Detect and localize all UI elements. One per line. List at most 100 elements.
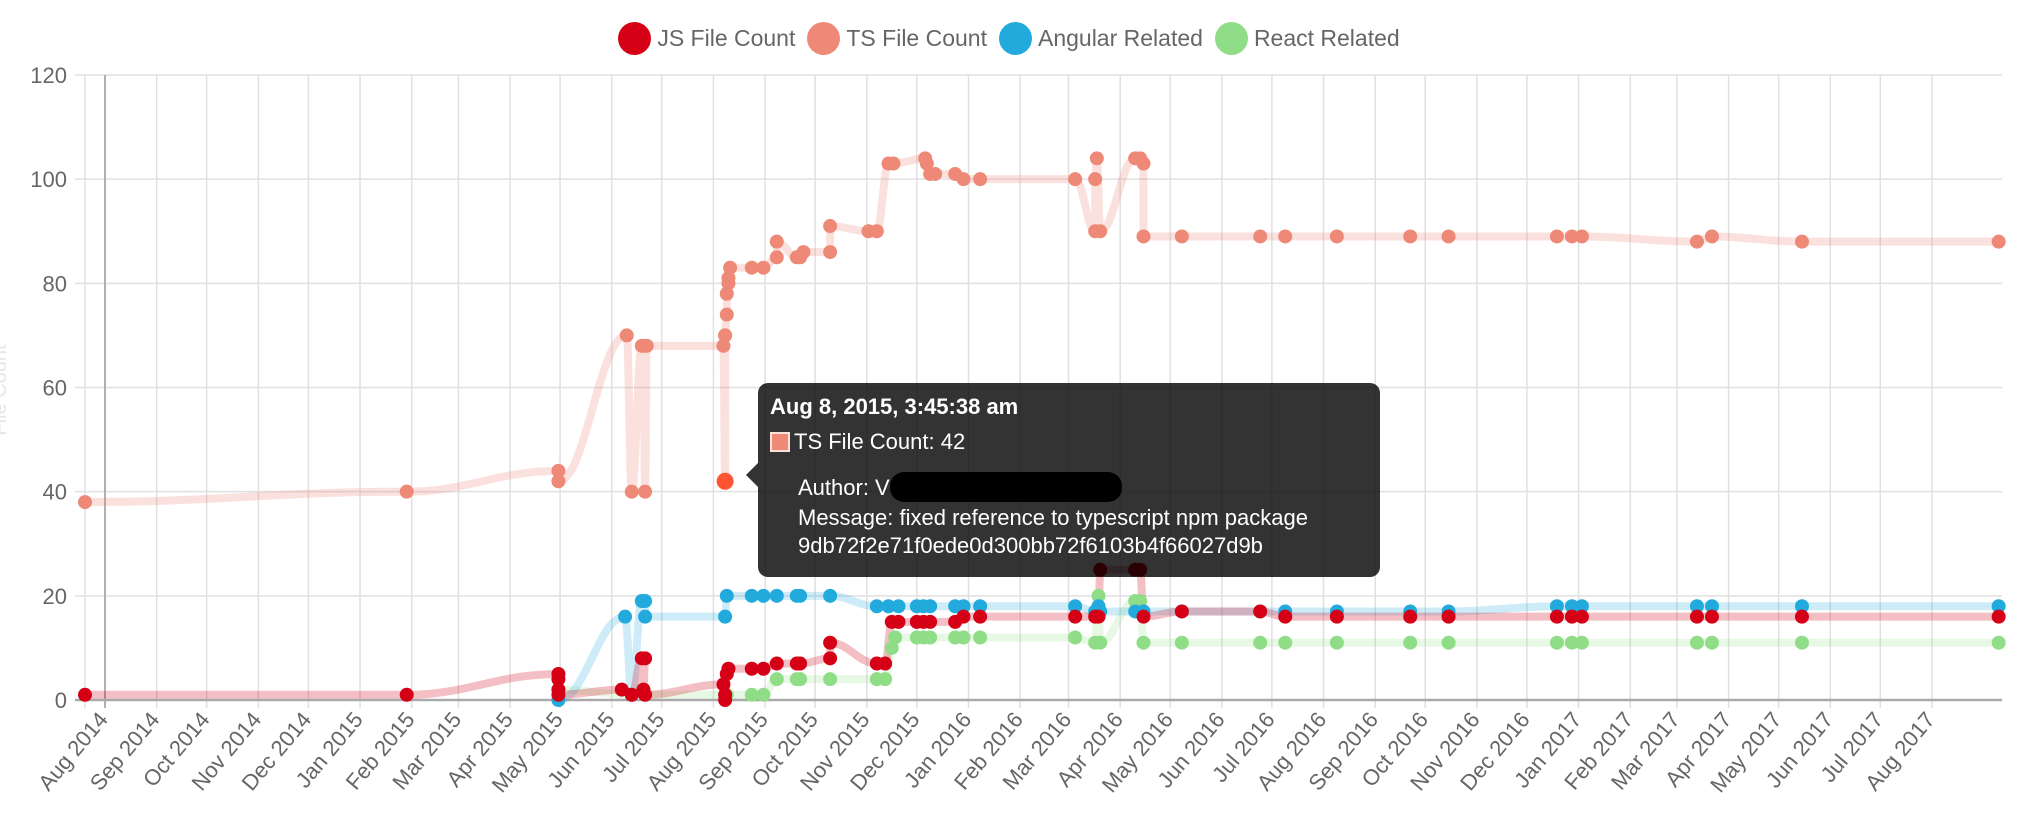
data-point-ts-file-count[interactable] [639, 338, 654, 353]
data-point-react-related[interactable] [1574, 635, 1589, 650]
data-point-js-file-count[interactable] [1091, 609, 1106, 624]
data-point-ts-file-count[interactable] [399, 484, 414, 499]
legend-item-js-file-count[interactable]: JS File Count [618, 22, 795, 55]
data-point-react-related[interactable] [756, 687, 771, 702]
data-point-js-file-count[interactable] [878, 656, 893, 671]
data-point-js-file-count[interactable] [399, 687, 414, 702]
data-point-js-file-count[interactable] [551, 687, 566, 702]
data-point-ts-file-count[interactable] [769, 250, 784, 265]
data-point-ts-file-count[interactable] [1136, 156, 1151, 171]
data-point-react-related[interactable] [1093, 635, 1108, 650]
data-point-ts-file-count[interactable] [1991, 234, 2006, 249]
data-point-react-related[interactable] [923, 630, 938, 645]
data-point-angular-related[interactable] [793, 588, 808, 603]
data-point-ts-file-count[interactable] [1093, 224, 1108, 239]
data-point-react-related[interactable] [1253, 635, 1268, 650]
data-point-ts-file-count[interactable] [823, 219, 838, 234]
data-point-react-related[interactable] [1441, 635, 1456, 650]
data-point-ts-file-count[interactable] [78, 495, 92, 510]
data-point-ts-file-count[interactable] [551, 474, 566, 489]
data-point-ts-file-count[interactable] [823, 245, 838, 260]
data-point-angular-related[interactable] [923, 599, 938, 614]
data-point-angular-related[interactable] [823, 588, 838, 603]
data-point-ts-file-count[interactable] [624, 484, 639, 499]
data-point-react-related[interactable] [1704, 635, 1719, 650]
data-point-angular-related[interactable] [719, 588, 734, 603]
legend-item-react-related[interactable]: React Related [1214, 22, 1400, 55]
data-point-js-file-count[interactable] [1689, 609, 1704, 624]
data-point-ts-file-count[interactable] [719, 307, 734, 322]
data-point-ts-file-count[interactable] [956, 172, 971, 187]
data-point-react-related[interactable] [888, 630, 903, 645]
data-point-ts-file-count[interactable] [1088, 172, 1103, 187]
data-point-angular-related[interactable] [756, 588, 771, 603]
data-point-js-file-count[interactable] [891, 614, 906, 629]
data-point-react-related[interactable] [1549, 635, 1564, 650]
data-point-react-related[interactable] [973, 630, 988, 645]
data-point-js-file-count[interactable] [1549, 609, 1564, 624]
data-point-js-file-count[interactable] [756, 661, 771, 676]
data-point-ts-file-count[interactable] [1704, 229, 1719, 244]
data-point-ts-file-count[interactable] [1253, 229, 1268, 244]
data-point-ts-file-count[interactable] [1441, 229, 1456, 244]
data-point-angular-related[interactable] [638, 609, 653, 624]
data-point-ts-file-count[interactable] [1068, 172, 1083, 187]
data-point-js-file-count[interactable] [923, 614, 938, 629]
data-point-react-related[interactable] [1136, 635, 1151, 650]
data-point-js-file-count[interactable] [78, 687, 92, 702]
data-point-js-file-count[interactable] [1794, 609, 1809, 624]
data-point-react-related[interactable] [769, 672, 784, 687]
data-point-js-file-count[interactable] [638, 687, 653, 702]
data-point-ts-file-count[interactable] [619, 328, 634, 343]
data-point-js-file-count[interactable] [956, 609, 971, 624]
data-point-js-file-count[interactable] [1278, 609, 1293, 624]
data-point-react-related[interactable] [1403, 635, 1418, 650]
data-point-ts-file-count[interactable] [1278, 229, 1293, 244]
data-point-angular-related[interactable] [891, 599, 906, 614]
data-point-js-file-count[interactable] [1704, 609, 1719, 624]
data-point-ts-file-count[interactable] [638, 484, 653, 499]
data-point-react-related[interactable] [878, 672, 893, 687]
data-point-angular-related[interactable] [769, 588, 784, 603]
data-point-ts-file-count[interactable] [796, 245, 811, 260]
data-point-js-file-count[interactable] [1174, 604, 1189, 619]
data-point-js-file-count[interactable] [1329, 609, 1344, 624]
data-point-ts-file-count[interactable] [718, 328, 733, 343]
data-point-ts-file-count[interactable] [1574, 229, 1589, 244]
data-point-react-related[interactable] [1174, 635, 1189, 650]
data-point-ts-file-count[interactable] [1549, 229, 1564, 244]
data-point-ts-file-count[interactable] [1089, 151, 1104, 166]
data-point-ts-file-count[interactable] [973, 172, 988, 187]
data-point-js-file-count[interactable] [1991, 609, 2006, 624]
data-point-js-file-count[interactable] [1574, 609, 1589, 624]
data-point-js-file-count[interactable] [721, 661, 736, 676]
data-point-react-related[interactable] [1794, 635, 1809, 650]
data-point-js-file-count[interactable] [718, 693, 733, 707]
legend-item-ts-file-count[interactable]: TS File Count [807, 22, 987, 55]
data-point-react-related[interactable] [1991, 635, 2006, 650]
data-point-js-file-count[interactable] [1136, 609, 1151, 624]
data-point-js-file-count[interactable] [823, 635, 838, 650]
data-point-js-file-count[interactable] [823, 651, 838, 666]
data-point-ts-file-count[interactable] [756, 260, 771, 275]
data-point-react-related[interactable] [956, 630, 971, 645]
data-point-react-related[interactable] [1689, 635, 1704, 650]
data-point-js-file-count[interactable] [769, 656, 784, 671]
data-point-js-file-count[interactable] [1403, 609, 1418, 624]
data-point-react-related[interactable] [1278, 635, 1293, 650]
highlighted-data-point[interactable] [716, 472, 734, 490]
data-point-angular-related[interactable] [638, 594, 653, 609]
legend-item-angular-related[interactable]: Angular Related [998, 22, 1203, 55]
data-point-ts-file-count[interactable] [1329, 229, 1344, 244]
data-point-ts-file-count[interactable] [769, 234, 784, 249]
data-point-react-related[interactable] [1068, 630, 1083, 645]
data-point-js-file-count[interactable] [638, 651, 653, 666]
data-point-js-file-count[interactable] [1253, 604, 1268, 619]
data-point-ts-file-count[interactable] [1174, 229, 1189, 244]
data-point-ts-file-count[interactable] [1403, 229, 1418, 244]
data-point-ts-file-count[interactable] [1136, 229, 1151, 244]
data-point-js-file-count[interactable] [1068, 609, 1083, 624]
data-point-ts-file-count[interactable] [886, 156, 901, 171]
data-point-angular-related[interactable] [718, 609, 733, 624]
data-point-js-file-count[interactable] [793, 656, 808, 671]
